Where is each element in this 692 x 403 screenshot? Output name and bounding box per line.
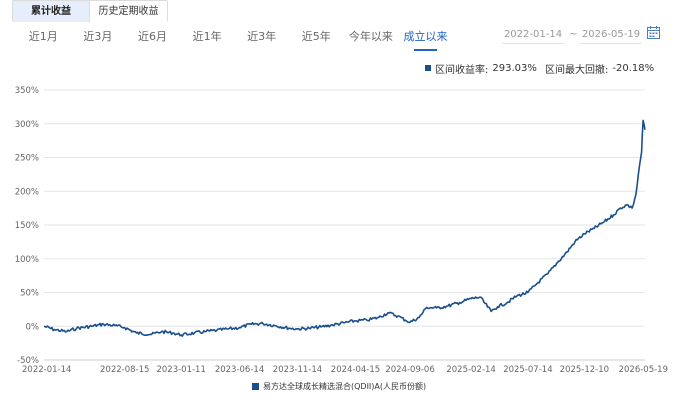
chart-legend[interactable]: 易方达全球成长精选混合(QDII)A(人民币份额)	[252, 380, 426, 392]
y-tick-label: 300%	[15, 120, 39, 130]
y-tick-label: 150%	[15, 221, 39, 231]
cumulative-return-chart: -50%0%50%100%150%200%250%300%350% 2022-0…	[15, 86, 668, 375]
x-tick-label: 2024-04-15	[331, 365, 380, 375]
x-tick-label: 2023-06-14	[215, 365, 264, 375]
x-tick-label: 2026-05-19	[619, 365, 668, 375]
x-tick-label: 2023-01-11	[156, 365, 205, 375]
x-tick-label: 2025-02-14	[446, 365, 495, 375]
y-tick-label: 50%	[20, 289, 39, 299]
x-tick-label: 2023-11-14	[273, 365, 322, 375]
series-line	[43, 119, 646, 337]
x-tick-label: 2022-01-14	[22, 365, 71, 375]
y-tick-label: 250%	[15, 154, 39, 164]
x-tick-label: 2025-12-10	[560, 365, 609, 375]
legend-series-name: 易方达全球成长精选混合(QDII)A(人民币份额)	[263, 381, 427, 391]
y-tick-label: 200%	[15, 187, 39, 197]
x-tick-label: 2022-08-15	[100, 365, 149, 375]
y-tick-label: 350%	[15, 86, 39, 96]
y-tick-label: 0%	[26, 322, 40, 332]
legend-swatch	[252, 382, 259, 390]
x-tick-label: 2025-07-14	[503, 365, 552, 375]
y-tick-label: 100%	[15, 255, 39, 265]
x-tick-label: 2024-09-06	[385, 365, 434, 375]
